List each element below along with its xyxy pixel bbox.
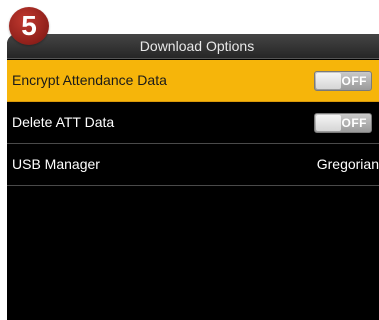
toggle-state-label: OFF xyxy=(341,74,367,88)
menu-item-label: Encrypt Attendance Data xyxy=(12,72,167,88)
encrypt-attendance-toggle[interactable]: OFF xyxy=(314,71,372,91)
title-bar: Download Options xyxy=(7,34,379,59)
menu-item-delete-att-data[interactable]: Delete ATT Data OFF xyxy=(7,102,379,144)
menu-item-encrypt-attendance-data[interactable]: Encrypt Attendance Data OFF xyxy=(7,60,379,102)
toggle-knob xyxy=(316,73,341,89)
menu-item-label: Delete ATT Data xyxy=(12,114,115,130)
menu-item-label: USB Manager xyxy=(12,156,100,172)
toggle-state-label: OFF xyxy=(341,116,367,130)
device-screen: Download Options Encrypt Attendance Data… xyxy=(7,34,379,320)
delete-att-data-toggle[interactable]: OFF xyxy=(314,113,372,133)
toggle-knob xyxy=(316,115,341,131)
step-number-badge: 5 xyxy=(9,7,49,45)
page-title: Download Options xyxy=(139,38,255,54)
menu-item-usb-manager[interactable]: USB Manager Gregorian xyxy=(7,144,379,186)
usb-manager-value: Gregorian xyxy=(316,156,379,172)
